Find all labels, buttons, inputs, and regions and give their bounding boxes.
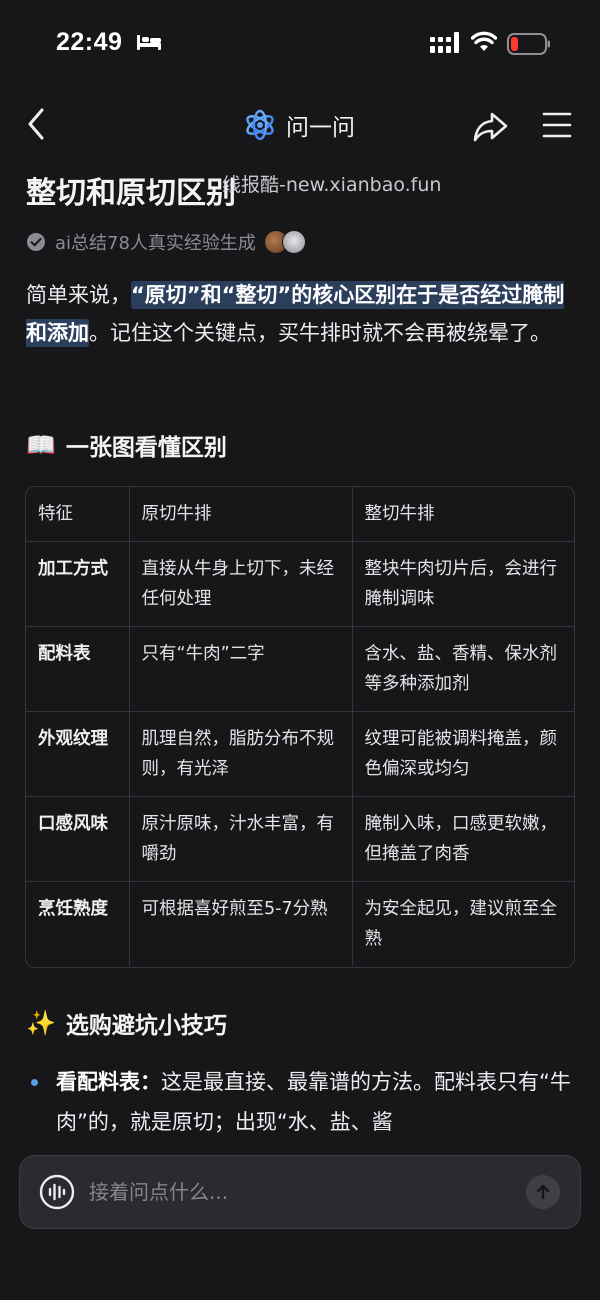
status-time: 22:49: [56, 28, 123, 56]
table-feature-cell: 加工方式: [26, 541, 130, 627]
table-feature-cell: 口感风味: [26, 796, 130, 882]
avatar-group: [263, 230, 306, 254]
table-header-cell: 原切牛排: [129, 487, 353, 542]
page-title: 整切和原切区别: [26, 176, 236, 211]
intro-paragraph: 简单来说，“原切”和“整切”的核心区别在于是否经过腌制和添加。记住这个关键点，买…: [26, 276, 566, 352]
nav-title-group: 问一问: [244, 108, 355, 142]
voice-input-icon[interactable]: [39, 1174, 75, 1210]
table-cell: 直接从牛身上切下，未经任何处理: [129, 541, 353, 627]
sleep-focus-icon: [137, 35, 161, 50]
nav-title: 问一问: [286, 115, 355, 141]
table-cell: 原汁原味，汁水丰富，有嚼劲: [129, 796, 353, 882]
send-button[interactable]: [526, 1175, 560, 1209]
section-heading-tips: ✨ 选购避坑小技巧: [26, 1006, 227, 1040]
table-row: 烹饪熟度 可根据喜好煎至5-7分熟 为安全起见，建议煎至全熟: [26, 881, 574, 966]
battery-low-icon: [507, 33, 550, 55]
section-heading-comparison: 📖 一张图看懂区别: [26, 428, 227, 462]
intro-tail: 。记住这个关键点，买牛排时就不会再被绕晕了。: [89, 321, 551, 345]
share-icon[interactable]: [470, 106, 510, 146]
status-bar: 22:49: [0, 0, 600, 90]
table-cell: 为安全起见，建议煎至全熟: [364, 898, 558, 949]
table-cell: 只有“牛肉”二字: [129, 626, 353, 712]
chat-input[interactable]: [89, 1180, 526, 1204]
table-cell: 肌理自然，脂肪分布不规则，有光泽: [129, 711, 353, 797]
back-button[interactable]: [22, 104, 52, 144]
nav-bar: 问一问: [0, 100, 600, 150]
arrow-up-icon: [536, 1184, 550, 1200]
open-book-icon: 📖: [26, 431, 56, 459]
avatar: [281, 230, 306, 254]
table-header-cell: 整切牛排: [352, 487, 574, 542]
chat-input-bar: [19, 1155, 581, 1229]
intro-lead: 简单来说，: [26, 283, 131, 307]
menu-icon[interactable]: [540, 108, 574, 142]
section-heading-text: 选购避坑小技巧: [65, 1013, 227, 1039]
verified-check-icon: [27, 233, 45, 251]
cellular-signal-icon: [430, 32, 459, 53]
sparkles-icon: ✨: [26, 1009, 56, 1037]
table-row: 配料表 只有“牛肉”二字 含水、盐、香精、保水剂等多种添加剂: [26, 626, 574, 712]
comparison-table: 特征 原切牛排 整切牛排 加工方式 直接从牛身上切下，未经任何处理 整块牛肉切片…: [25, 486, 575, 968]
table-cell: 腌制入味，口感更软嫩，但掩盖了肉香: [352, 796, 574, 882]
table-header-row: 特征 原切牛排 整切牛排: [26, 487, 574, 542]
tip-key: 看配料表：: [56, 1070, 161, 1094]
table-row: 加工方式 直接从牛身上切下，未经任何处理 整块牛肉切片后，会进行腌制调味: [26, 541, 574, 627]
table-header-cell: 特征: [26, 487, 130, 542]
table-feature-cell: 外观纹理: [26, 711, 130, 797]
table-feature-cell: 烹饪熟度: [26, 881, 130, 966]
source-text: ai总结78人真实经验生成: [55, 233, 256, 254]
ai-sparkle-icon: [246, 109, 274, 141]
section-heading-text: 一张图看懂区别: [65, 435, 227, 461]
table-row: 外观纹理 肌理自然，脂肪分布不规则，有光泽 纹理可能被调料掩盖，颜色偏深或均匀: [26, 711, 574, 797]
table-cell: 纹理可能被调料掩盖，颜色偏深或均匀: [352, 711, 574, 797]
table-cell: 含水、盐、香精、保水剂等多种添加剂: [352, 626, 574, 712]
watermark-text: 线报酷-new.xianbao.fun: [222, 174, 442, 196]
table-feature-cell: 配料表: [26, 626, 130, 712]
table-row: 口感风味 原汁原味，汁水丰富，有嚼劲 腌制入味，口感更软嫩，但掩盖了肉香: [26, 796, 574, 882]
table-cell: 整块牛肉切片后，会进行腌制调味: [352, 541, 574, 627]
source-line[interactable]: ai总结78人真实经验生成: [26, 228, 306, 256]
table-cell: 可根据喜好煎至5-7分熟: [129, 881, 353, 966]
wifi-icon: [471, 31, 497, 51]
